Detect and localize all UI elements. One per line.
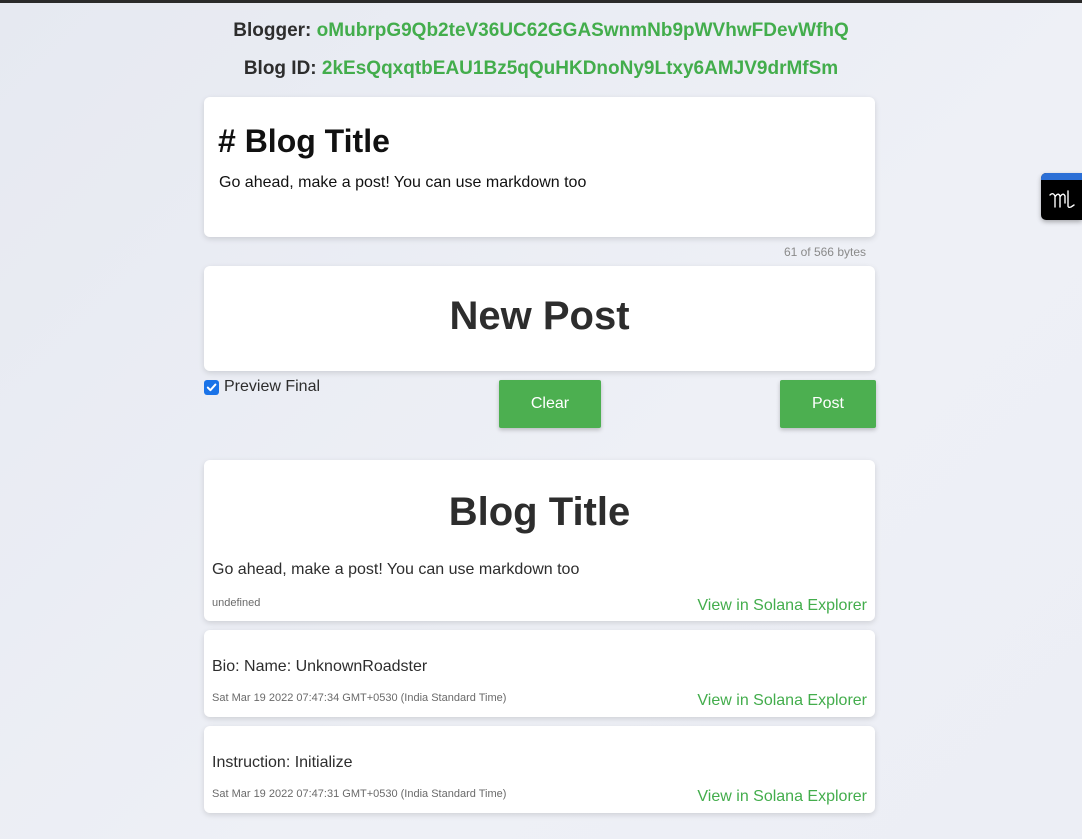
byte-counter: 61 of 566 bytes [783, 245, 866, 259]
transaction-card: Bio: Name: UnknownRoadster Sat Mar 19 20… [204, 630, 875, 717]
blogger-label: Blogger: [233, 20, 312, 41]
blogger-address: oMubrpG9Qb2teV36UC62GGASwnmNb9pWVhwFDevW… [316, 20, 849, 41]
extension-accent-strip [1041, 173, 1082, 180]
post-preview-card: Blog Title Go ahead, make a post! You ca… [204, 460, 875, 621]
ml-logo-icon [1049, 190, 1075, 209]
editor-title-line[interactable]: # Blog Title [218, 123, 390, 160]
checkbox-checked-icon[interactable] [204, 379, 219, 395]
view-in-solana-explorer-link[interactable]: View in Solana Explorer [697, 692, 867, 710]
blog-id-address: 2kEsQqxqtbEAU1Bz5qQuHKDnoNy9Ltxy6AMJV9dr… [321, 58, 839, 79]
transaction-timestamp: Sat Mar 19 2022 07:47:34 GMT+0530 (India… [212, 692, 507, 704]
clear-button[interactable]: Clear [499, 380, 601, 428]
blogger-line: Blogger: oMubrpG9Qb2teV36UC62GGASwnmNb9p… [0, 20, 1082, 42]
blog-id-label: Blog ID: [243, 58, 317, 79]
markdown-editor[interactable]: # Blog Title Go ahead, make a post! You … [204, 97, 875, 237]
transaction-text: Bio: Name: UnknownRoadster [212, 658, 428, 675]
browser-extension-widget[interactable] [1041, 173, 1082, 220]
preview-title: Blog Title [448, 490, 631, 534]
preview-final-toggle[interactable]: Preview Final [204, 378, 320, 396]
preview-meta: undefined [212, 597, 261, 609]
transaction-timestamp: Sat Mar 19 2022 07:47:31 GMT+0530 (India… [212, 788, 507, 800]
preview-body: Go ahead, make a post! You can use markd… [212, 561, 580, 578]
window-top-edge [0, 0, 1082, 3]
transaction-card: Instruction: Initialize Sat Mar 19 2022 … [204, 726, 875, 813]
post-button[interactable]: Post [780, 380, 876, 428]
view-in-solana-explorer-link[interactable]: View in Solana Explorer [697, 788, 867, 806]
transaction-text: Instruction: Initialize [212, 754, 353, 771]
editor-body-line[interactable]: Go ahead, make a post! You can use markd… [219, 174, 586, 192]
new-post-card: New Post [204, 266, 875, 371]
blog-id-line: Blog ID: 2kEsQqxqtbEAU1Bz5qQuHKDnoNy9Ltx… [0, 58, 1082, 80]
preview-final-label: Preview Final [224, 378, 321, 395]
new-post-heading: New Post [449, 294, 630, 338]
view-in-solana-explorer-link[interactable]: View in Solana Explorer [697, 597, 867, 615]
